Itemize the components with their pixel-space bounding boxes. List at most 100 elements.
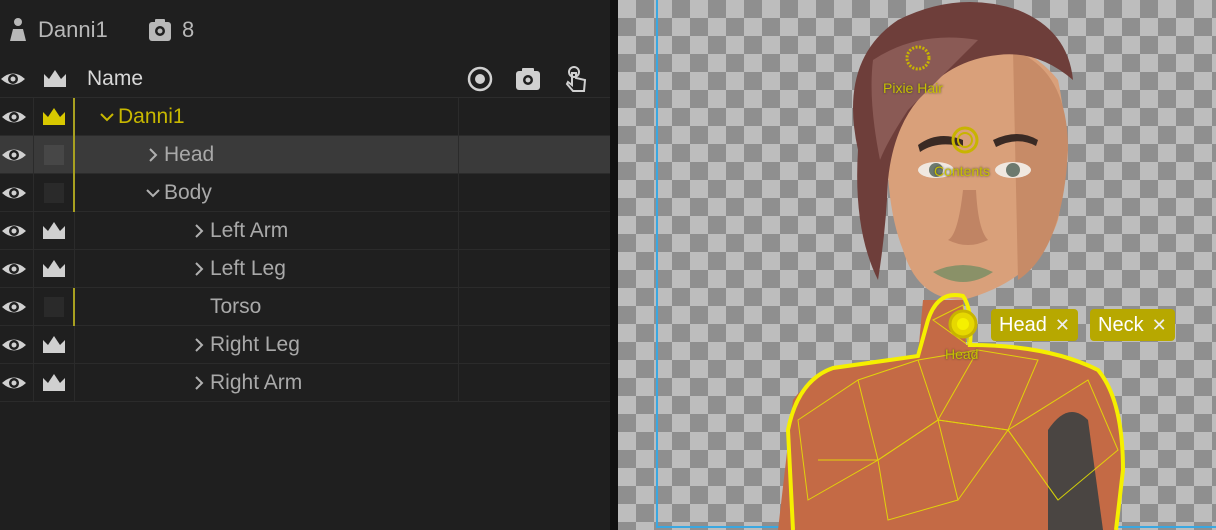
neck-tag-label: Neck	[1098, 313, 1144, 336]
eye-icon	[2, 187, 26, 199]
eye-icon[interactable]	[0, 65, 27, 93]
chevron-down-icon[interactable]	[98, 108, 116, 126]
crown-toggle[interactable]	[35, 174, 75, 212]
layer-row[interactable]: Body	[0, 174, 610, 212]
visibility-toggle[interactable]	[0, 364, 34, 402]
chevron-right-icon[interactable]	[190, 336, 208, 354]
puppet-icon	[10, 18, 26, 41]
layer-row[interactable]: Right Leg	[0, 326, 610, 364]
layer-label: Body	[164, 181, 212, 204]
crown-toggle[interactable]	[35, 250, 75, 288]
layer-row[interactable]: Left Arm	[0, 212, 610, 250]
layer-name-cell[interactable]: Left Leg	[76, 250, 459, 288]
head-tag-label: Head	[999, 313, 1047, 336]
crown-toggle[interactable]	[35, 326, 75, 364]
eye-icon	[2, 263, 26, 275]
contents-handle[interactable]	[949, 124, 981, 156]
layer-row[interactable]: Right Arm	[0, 364, 610, 402]
group-icon	[149, 19, 171, 41]
crown-toggle[interactable]	[35, 288, 75, 326]
column-header: Name	[0, 60, 610, 98]
visibility-toggle[interactable]	[0, 250, 34, 288]
visibility-toggle[interactable]	[0, 212, 34, 250]
eye-icon	[2, 301, 26, 313]
layer-label: Head	[164, 143, 215, 166]
layer-name-cell[interactable]: Left Arm	[76, 212, 459, 250]
layer-label: Torso	[210, 295, 262, 318]
visibility-toggle[interactable]	[0, 326, 34, 364]
contents-label: Contents	[934, 163, 991, 179]
close-icon[interactable]: ✕	[1152, 315, 1167, 336]
layer-label: Left Leg	[210, 257, 286, 280]
layer-label: Right Arm	[210, 371, 303, 394]
eye-icon	[2, 111, 26, 123]
empty-swatch	[44, 145, 64, 165]
panel-divider[interactable]	[610, 0, 618, 530]
visibility-toggle[interactable]	[0, 288, 34, 326]
visibility-toggle[interactable]	[0, 174, 34, 212]
crown-toggle[interactable]	[35, 136, 75, 174]
head-tag[interactable]: Head ✕	[991, 309, 1078, 341]
pixie-hair-label: Pixie Hair	[883, 80, 943, 96]
crown-icon	[43, 336, 65, 353]
group-count: 8	[148, 17, 194, 43]
chevron-down-icon[interactable]	[144, 184, 162, 202]
head-handle-label: Head	[945, 346, 979, 362]
layer-options-cell	[460, 174, 610, 212]
layer-row[interactable]: Left Leg	[0, 250, 610, 288]
puppet-selector[interactable]: Danni1	[8, 17, 108, 43]
crown-icon	[43, 222, 65, 239]
crown-icon	[43, 108, 65, 125]
crown-toggle[interactable]	[35, 98, 75, 136]
layer-name-cell[interactable]: Danni1	[76, 98, 459, 136]
eye-icon	[2, 149, 26, 161]
crown-toggle[interactable]	[35, 364, 75, 402]
layer-row[interactable]: Head	[0, 136, 610, 174]
chevron-right-icon[interactable]	[190, 260, 208, 278]
layer-row[interactable]: Danni1	[0, 98, 610, 136]
group-column-icon[interactable]	[514, 65, 542, 93]
empty-swatch	[44, 297, 64, 317]
crown-icon	[43, 260, 65, 277]
layer-name-cell[interactable]: Torso	[76, 288, 459, 326]
layer-name-cell[interactable]: Head	[76, 136, 459, 174]
layer-list: Danni1 Head Body Left Arm Left Leg Torso Right…	[0, 98, 610, 402]
layer-options-cell	[460, 364, 610, 402]
layer-name-cell[interactable]: Right Leg	[76, 326, 459, 364]
hand-icon[interactable]	[562, 65, 590, 93]
eye-icon	[2, 377, 26, 389]
layer-name-cell[interactable]: Right Arm	[76, 364, 459, 402]
crown-toggle[interactable]	[35, 212, 75, 250]
layer-options-cell	[460, 326, 610, 364]
chevron-right-icon[interactable]	[190, 374, 208, 392]
layer-name-cell[interactable]: Body	[76, 174, 459, 212]
layer-row[interactable]: Torso	[0, 288, 610, 326]
neck-tag[interactable]: Neck ✕	[1090, 309, 1175, 341]
crown-icon[interactable]	[41, 65, 69, 93]
puppet-panel: Danni1 8 Name Danni1 Head Body Left Arm …	[0, 0, 610, 530]
scene-canvas[interactable]: Pixie Hair Contents Head Head ✕ Neck ✕	[618, 0, 1216, 530]
close-icon[interactable]: ✕	[1055, 315, 1070, 336]
visibility-toggle[interactable]	[0, 136, 34, 174]
chevron-right-icon[interactable]	[144, 146, 162, 164]
head-handle[interactable]	[946, 307, 980, 341]
puppet-name: Danni1	[38, 17, 108, 42]
chevron-right-icon[interactable]	[190, 222, 208, 240]
panel-header: Danni1 8	[0, 0, 610, 60]
count-value: 8	[182, 17, 195, 42]
layer-options-cell	[460, 288, 610, 326]
layer-options-cell	[460, 250, 610, 288]
visibility-toggle[interactable]	[0, 98, 34, 136]
layer-options-cell	[460, 98, 610, 136]
layer-label: Right Leg	[210, 333, 300, 356]
pixie-hair-handle[interactable]	[903, 43, 933, 73]
layer-options-cell	[460, 136, 610, 174]
crown-icon	[43, 374, 65, 391]
eye-icon	[2, 225, 26, 237]
name-column-header: Name	[87, 67, 144, 90]
layer-label: Left Arm	[210, 219, 289, 242]
layer-options-cell	[460, 212, 610, 250]
empty-swatch	[44, 183, 64, 203]
layer-label: Danni1	[118, 105, 185, 128]
record-icon[interactable]	[466, 65, 494, 93]
